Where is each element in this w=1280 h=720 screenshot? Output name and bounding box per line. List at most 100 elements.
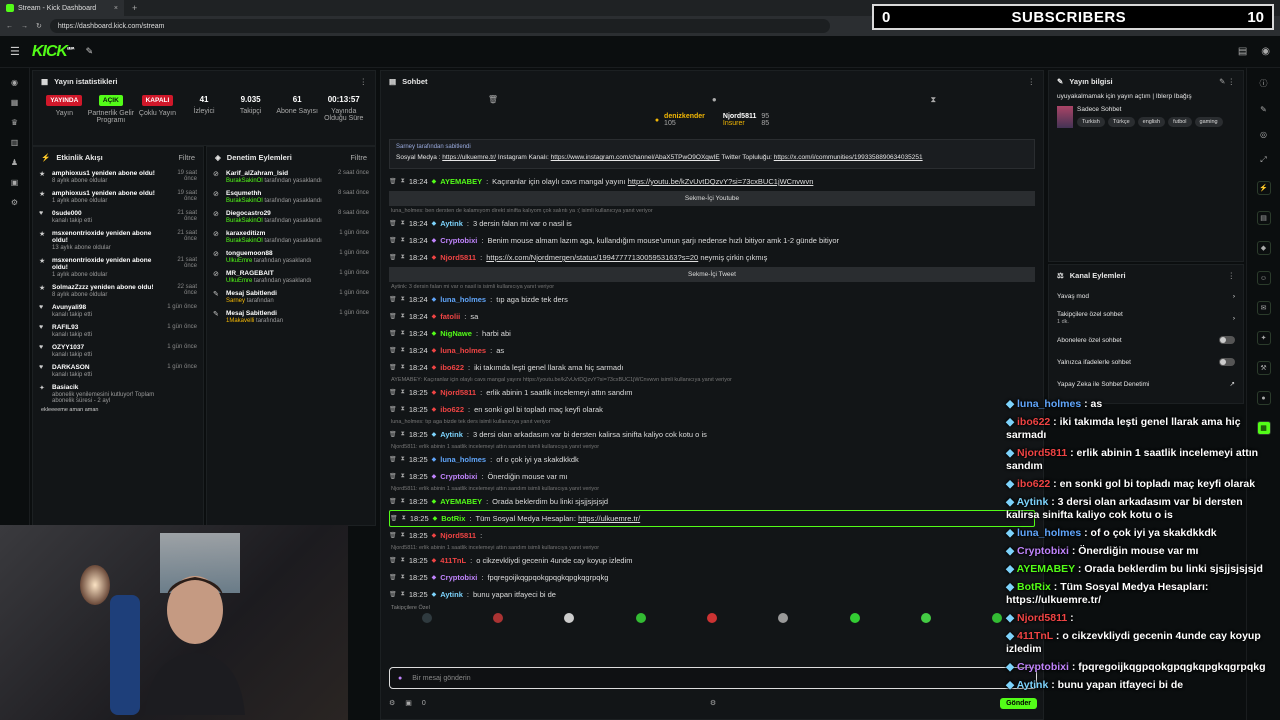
pinned-link-2[interactable]: https://www.instagram.com/channel/AbaX5T… — [551, 154, 720, 161]
activity-item[interactable]: ♥ DARKASON kanalı takip etti 1 gün önce — [39, 361, 197, 381]
chat-message[interactable]: 🗑 ⧗ 18:25 ◆ Aytink: bunu yapan itfayeci bi de — [389, 586, 1035, 603]
embed-tab[interactable]: Sekme-İçi Tweet — [389, 267, 1035, 282]
timeout-icon[interactable]: ⧗ — [401, 498, 405, 505]
emote-1-icon[interactable] — [421, 613, 432, 623]
chat-menu-icon[interactable]: ⋮ — [1028, 77, 1036, 86]
activity-item[interactable]: ♥ 0sude000 kanalı takip etti 21 saat önce — [39, 207, 197, 227]
pinned-link-1[interactable]: https://ulkuemre.tr/ — [442, 154, 496, 161]
message-user[interactable]: ibo622 — [440, 405, 464, 414]
settings-icon[interactable]: ⚙ — [11, 198, 18, 207]
emote-3-icon[interactable] — [564, 613, 575, 623]
chat-message[interactable]: 🗑 ⧗ 18:25 ◆ Cryptobixi: Önerdiğin mouse var m… — [389, 468, 1035, 485]
chat-message[interactable]: 🗑 ⧗ 18:24 ◆ Aytink:3 dersin falan mi var o n… — [389, 215, 1035, 232]
profile-icon[interactable]: ◉ — [1261, 46, 1270, 57]
delete-message-icon[interactable]: 🗑 — [389, 473, 397, 480]
message-user[interactable]: Njord5811 — [440, 253, 476, 262]
emote-5-icon[interactable] — [706, 613, 717, 623]
hourglass-icon[interactable]: ⧗ — [930, 95, 936, 105]
edit-icon[interactable]: ✎ — [1260, 105, 1267, 114]
delete-message-icon[interactable]: 🗑 — [389, 237, 397, 244]
stats-menu-icon[interactable]: ⋮ — [360, 77, 368, 86]
points-icon[interactable]: ⚙ — [389, 699, 395, 707]
chat-message[interactable]: 🗑 ⧗ 18:25 ◆ AYEMABEY: Orada beklerdim bu link… — [389, 493, 1035, 510]
ai-moderation[interactable]: Yapay Zeka ile Sohbet Denetimi ↗ — [1049, 373, 1243, 395]
chat-message[interactable]: 🗑 ⧗ 18:25 ◆ BotRix: Tüm Sosyal Medya Hesaplar… — [389, 510, 1035, 527]
moderation-item[interactable]: ✎ Mesaj Sabitlendi 1Makavelli tarafından 1 … — [213, 307, 369, 327]
activity-item[interactable]: ★ msxenontrioxide yeniden abone oldu! 13 a… — [39, 227, 197, 254]
activity-item[interactable]: ♥ OZYY1037 kanalı takip etti 1 gün önce — [39, 341, 197, 361]
delete-message-icon[interactable]: 🗑 — [389, 296, 397, 303]
quick-action-1-icon[interactable]: ⚡ — [1256, 181, 1271, 195]
moderation-item[interactable]: ⊘ MR_RAGEBAIT UlkuEmre tarafından yasaklan… — [213, 267, 369, 287]
emote-6-icon[interactable] — [778, 613, 789, 623]
menu-icon[interactable]: ☰ — [10, 45, 20, 58]
timeout-icon[interactable]: ⧗ — [401, 220, 405, 227]
followers-only-chat[interactable]: Takipçilere özel sohbet 1 dk. › — [1049, 307, 1243, 329]
message-user[interactable]: Njord5811 — [440, 388, 476, 397]
pinned-link-3[interactable]: https://x.com/i/communities/199335889063… — [774, 154, 923, 161]
quick-action-4-icon[interactable]: ☺ — [1256, 271, 1271, 285]
delete-message-icon[interactable]: 🗑 — [389, 389, 397, 396]
chat-message[interactable]: 🗑 ⧗ 18:24 ◆ AYEMABEY: Kaçıranlar için olaylı … — [389, 173, 1035, 190]
close-tab-icon[interactable]: × — [114, 5, 118, 12]
message-user[interactable]: Aytink — [440, 590, 463, 599]
message-user[interactable]: BotRix — [441, 514, 465, 523]
timeout-icon[interactable]: ⧗ — [401, 532, 405, 539]
activity-item[interactable]: ★ amphioxus1 yeniden abone oldu! 8 aylık a… — [39, 167, 197, 187]
timeout-icon[interactable]: ⧗ — [401, 406, 405, 413]
forward-icon[interactable]: → — [21, 23, 28, 30]
moderation-item[interactable]: ⊘ Diegocastro29 BurakSakinOl tarafından ya… — [213, 207, 369, 227]
content-icon[interactable]: ▥ — [11, 138, 19, 147]
moderation-filter[interactable]: Filtre — [350, 153, 367, 162]
message-link[interactable]: https://youtu.be/kZvUvtDQzvY?si=73cxBUC1… — [628, 177, 814, 186]
stream-tag[interactable]: Türkçe — [1107, 117, 1135, 127]
emote-only-toggle[interactable] — [1219, 358, 1235, 366]
delete-message-icon[interactable]: 🗑 — [389, 220, 397, 227]
timeout-icon[interactable]: ⧗ — [401, 456, 405, 463]
stream-info-edit-icon[interactable]: ✎ ⋮ — [1219, 77, 1235, 86]
layout-icon[interactable]: ▤ — [1238, 46, 1247, 57]
chat-message[interactable]: 🗑 ⧗ 18:25 ◆ Cryptobixi: fpqregoijkqgpqokgpqgk… — [389, 569, 1035, 586]
delete-message-icon[interactable]: 🗑 — [389, 364, 397, 371]
activity-item[interactable]: ♥ Avunyali98 kanalı takip etti 1 gün önce — [39, 301, 197, 321]
emote-8-icon[interactable] — [920, 613, 931, 623]
message-link[interactable]: https://ulkuemre.tr/ — [578, 514, 640, 523]
channel-actions-menu-icon[interactable]: ⋮ — [1228, 271, 1236, 280]
message-user[interactable]: AYEMABEY — [440, 497, 482, 506]
chat-message[interactable]: 🗑 ⧗ 18:24 ◆ NigNawe: harbi abi — [389, 325, 1035, 342]
delete-message-icon[interactable]: 🗑 — [389, 532, 397, 539]
moderation-item[interactable]: ⊘ karaxeditizm BurakSakinOl tarafından yas… — [213, 227, 369, 247]
message-user[interactable]: ibo622 — [440, 363, 464, 372]
emote-2-icon[interactable] — [492, 613, 503, 623]
timeout-icon[interactable]: ⧗ — [401, 364, 405, 371]
subs-only-chat[interactable]: Abonelere özel sohbet — [1049, 329, 1243, 351]
delete-message-icon[interactable]: 🗑 — [389, 591, 397, 598]
chat-settings-icon[interactable]: ⚙ — [710, 699, 716, 707]
kick-logo[interactable]: KICKBETA — [32, 43, 75, 61]
activity-item[interactable]: ★ amphioxus1 yeniden abone oldu! 1 aylık a… — [39, 187, 197, 207]
delete-message-icon[interactable]: 🗑 — [389, 178, 397, 185]
message-user[interactable]: Aytink — [440, 430, 463, 439]
message-user[interactable]: Cryptobixi — [440, 472, 477, 481]
chat-message[interactable]: 🗑 ⧗ 18:25 ◆ Njord5811: — [389, 527, 1035, 544]
activity-item[interactable]: ♥ RAFIL93 kanalı takip etti 1 gün önce — [39, 321, 197, 341]
timeout-icon[interactable]: ⧗ — [401, 431, 405, 438]
delete-message-icon[interactable]: 🗑 — [389, 574, 397, 581]
delete-message-icon[interactable]: 🗑 — [389, 456, 397, 463]
community-icon[interactable]: ♟ — [11, 158, 18, 167]
chat-input[interactable]: ● Bir mesaj gönderin — [389, 667, 1037, 689]
delete-message-icon[interactable]: 🗑 — [389, 313, 397, 320]
info-icon[interactable]: ⓘ — [1260, 78, 1268, 89]
moderation-item[interactable]: ⊘ tonguemoon88 UlkuEmre tarafından yasakla… — [213, 247, 369, 267]
delete-message-icon[interactable]: 🗑 — [389, 557, 397, 564]
chat-message[interactable]: 🗑 ⧗ 18:25 ◆ 411TnL: o cikzevkliydi gecenin 4u… — [389, 552, 1035, 569]
camera-icon[interactable]: ◎ — [1260, 130, 1267, 139]
chat-message[interactable]: 🗑 ⧗ 18:24 ◆ fatolii: sa — [389, 308, 1035, 325]
trophy-icon[interactable]: ♛ — [11, 118, 18, 127]
quick-action-3-icon[interactable]: ◆ — [1256, 241, 1271, 255]
timeout-icon[interactable]: ⧗ — [401, 313, 405, 320]
channel-icon[interactable]: ▣ — [11, 178, 19, 187]
chat-message[interactable]: 🗑 ⧗ 18:25 ◆ Aytink:3 dersi olan arkadasım va… — [389, 426, 1035, 443]
timeout-icon[interactable]: ⧗ — [401, 473, 405, 480]
moderation-item[interactable]: ⊘ Karif_alZahram_Isid BurakSakinOl tarafın… — [213, 167, 369, 187]
